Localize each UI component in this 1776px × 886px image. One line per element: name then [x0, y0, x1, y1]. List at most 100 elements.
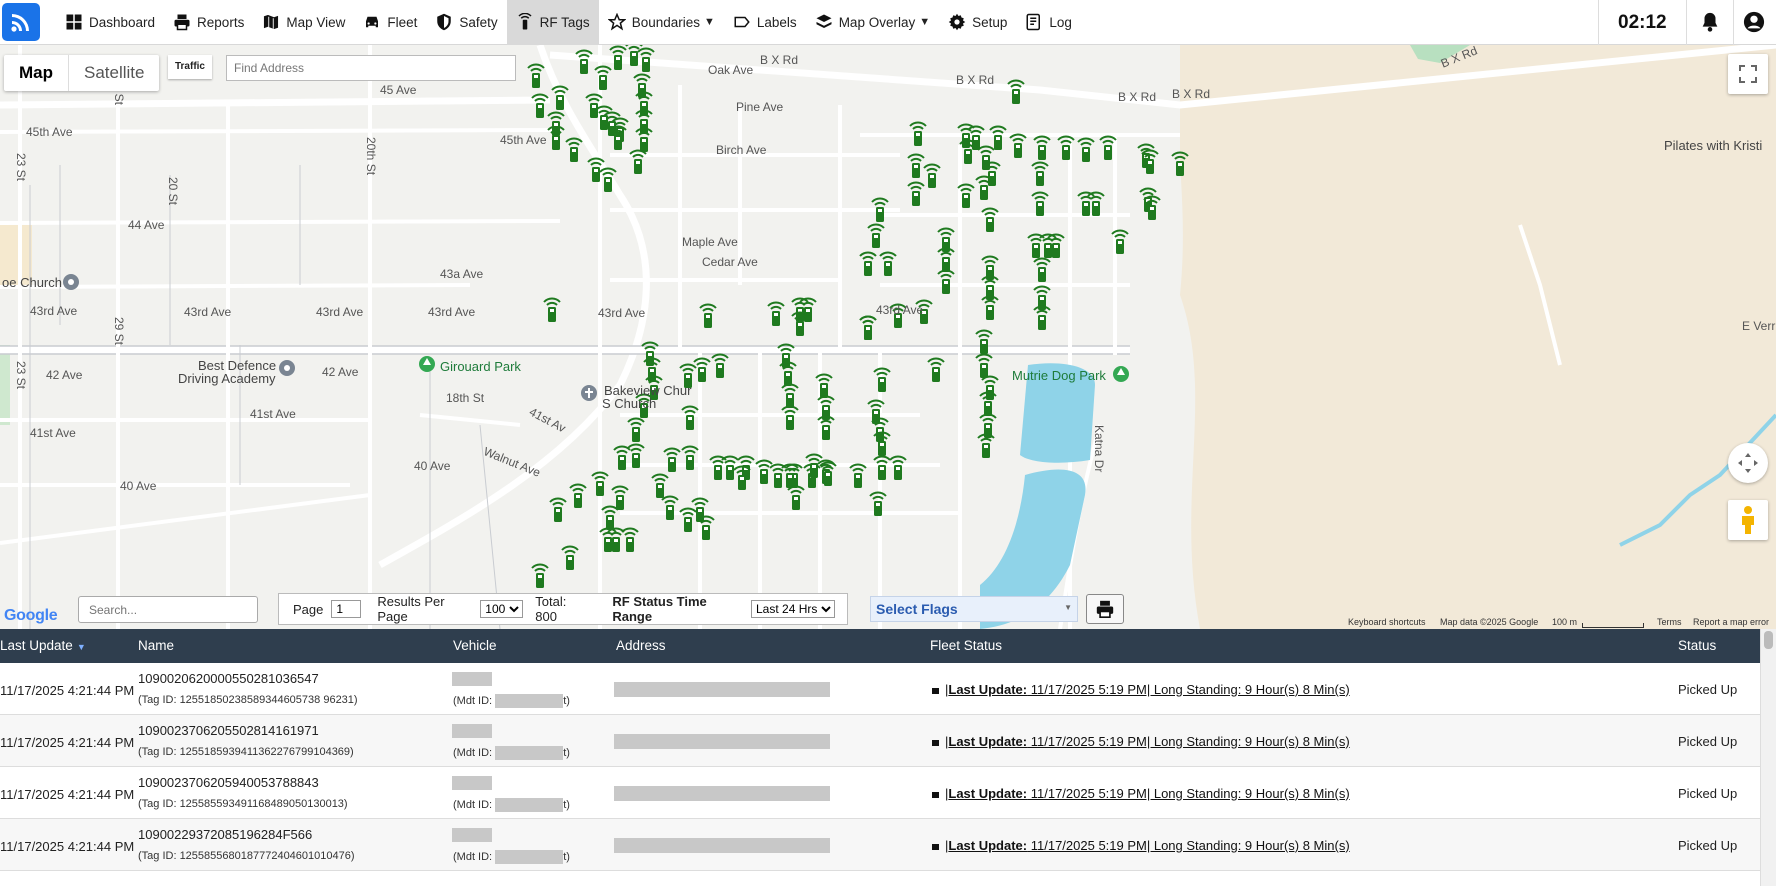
street-view-pegman-icon[interactable] [1728, 500, 1768, 540]
search-input[interactable] [78, 596, 258, 623]
park-pin-icon[interactable] [418, 355, 436, 373]
sort-down-icon[interactable]: ▼ [77, 642, 86, 652]
table-row-partial[interactable] [0, 871, 1760, 886]
rf-tag-marker-icon[interactable] [781, 383, 799, 408]
column-header-fleet-status[interactable]: Fleet Status [930, 629, 1002, 663]
rf-tag-marker-icon[interactable] [767, 301, 785, 326]
page-number-input[interactable] [331, 600, 362, 618]
rf-tag-marker-icon[interactable] [531, 93, 549, 118]
rss-logo-icon[interactable] [2, 3, 40, 41]
nav-reports[interactable]: Reports [164, 0, 253, 45]
bell-icon[interactable] [1699, 11, 1721, 33]
park-pin-icon[interactable] [1112, 365, 1130, 383]
table-row[interactable]: 11/17/2025 4:21:44 PM 109002370620594005… [0, 767, 1760, 819]
rf-tag-marker-icon[interactable] [957, 183, 975, 208]
rf-tag-marker-icon[interactable] [1111, 229, 1129, 254]
rf-tag-marker-icon[interactable] [699, 303, 717, 328]
rf-tag-marker-icon[interactable] [591, 471, 609, 496]
rf-tag-marker-icon[interactable] [859, 251, 877, 276]
map-type-satellite-button[interactable]: Satellite [69, 55, 159, 91]
select-flags-dropdown[interactable]: Select Flags ▼ [870, 596, 1078, 622]
column-header-address[interactable]: Address [616, 629, 666, 663]
nav-labels[interactable]: Labels [724, 0, 806, 45]
map-type-map-button[interactable]: Map [4, 55, 69, 91]
rf-tag-marker-icon[interactable] [1033, 305, 1051, 330]
rf-tag-marker-icon[interactable] [859, 315, 877, 340]
place-pin-icon[interactable] [62, 273, 80, 291]
rf-tag-marker-icon[interactable] [551, 85, 569, 110]
table-row[interactable]: 11/17/2025 4:21:44 PM 109002062000055028… [0, 663, 1760, 715]
rf-tag-marker-icon[interactable] [907, 181, 925, 206]
nav-setup[interactable]: Setup [939, 0, 1016, 45]
cell-fleet-status[interactable]: |Last Update: 11/17/2025 5:19 PM| Long S… [932, 682, 1350, 697]
rf-tag-marker-icon[interactable] [981, 207, 999, 232]
rf-tag-marker-icon[interactable] [1033, 257, 1051, 282]
print-button[interactable] [1086, 594, 1124, 624]
rf-tag-marker-icon[interactable] [575, 49, 593, 74]
rf-tag-marker-icon[interactable] [981, 295, 999, 320]
nav-map-overlay[interactable]: Map Overlay ▼ [806, 0, 939, 45]
rf-tag-marker-icon[interactable] [569, 483, 587, 508]
rf-tag-marker-icon[interactable] [1027, 233, 1045, 258]
rf-tag-marker-icon[interactable] [1099, 135, 1117, 160]
rf-tag-marker-icon[interactable] [907, 153, 925, 178]
nav-boundaries[interactable]: Boundaries ▼ [599, 0, 724, 45]
traffic-button[interactable]: Traffic [168, 55, 212, 79]
rf-tag-marker-icon[interactable] [679, 507, 697, 532]
fleet-status-link[interactable]: |Last Update: 11/17/2025 5:19 PM| Long S… [945, 734, 1350, 749]
rf-tag-marker-icon[interactable] [869, 491, 887, 516]
rf-tag-marker-icon[interactable] [1033, 135, 1051, 160]
rf-tag-marker-icon[interactable] [531, 563, 549, 588]
rf-tag-marker-icon[interactable] [867, 399, 885, 424]
map-view[interactable]: Oak Ave Pine Ave Birch Ave Maple Ave Ced… [0, 45, 1776, 629]
rf-tag-marker-icon[interactable] [585, 93, 603, 118]
rf-tag-marker-icon[interactable] [923, 163, 941, 188]
table-row[interactable]: 11/17/2025 4:21:44 PM 109002293720851962… [0, 819, 1760, 871]
column-header-vehicle[interactable]: Vehicle [453, 629, 497, 663]
report-map-error-link[interactable]: Report a map error [1693, 617, 1769, 627]
rf-tag-marker-icon[interactable] [975, 353, 993, 378]
rf-tag-marker-icon[interactable] [927, 357, 945, 382]
cell-fleet-status[interactable]: |Last Update: 11/17/2025 5:19 PM| Long S… [932, 786, 1350, 801]
terms-link[interactable]: Terms [1657, 617, 1682, 627]
column-header-status[interactable]: Status [1678, 629, 1716, 663]
rf-tag-marker-icon[interactable] [781, 405, 799, 430]
rf-tag-marker-icon[interactable] [1031, 191, 1049, 216]
rf-tag-marker-icon[interactable] [621, 527, 639, 552]
nav-rf-tags[interactable]: RF Tags [506, 0, 599, 45]
rf-tag-marker-icon[interactable] [1077, 191, 1095, 216]
rf-tag-marker-icon[interactable] [709, 455, 727, 480]
rf-tag-marker-icon[interactable] [561, 545, 579, 570]
place-pin-icon[interactable] [278, 359, 296, 377]
rf-tag-marker-icon[interactable] [889, 455, 907, 480]
rf-tag-marker-icon[interactable] [549, 497, 567, 522]
time-range-select[interactable]: Last 24 Hrs [751, 600, 835, 618]
rf-tag-marker-icon[interactable] [873, 367, 891, 392]
rf-tag-marker-icon[interactable] [627, 417, 645, 442]
nav-fleet[interactable]: Fleet [354, 0, 426, 45]
rf-tag-marker-icon[interactable] [543, 297, 561, 322]
rf-tag-marker-icon[interactable] [769, 463, 787, 488]
nav-dashboard[interactable]: Dashboard [56, 0, 164, 45]
rf-tag-marker-icon[interactable] [787, 485, 805, 510]
rf-tag-marker-icon[interactable] [989, 125, 1007, 150]
rf-tag-marker-icon[interactable] [661, 495, 679, 520]
rf-tag-marker-icon[interactable] [879, 251, 897, 276]
rf-tag-marker-icon[interactable] [1007, 79, 1025, 104]
rf-tag-marker-icon[interactable] [817, 415, 835, 440]
rf-tag-marker-icon[interactable] [711, 353, 729, 378]
fleet-status-link[interactable]: |Last Update: 11/17/2025 5:19 PM| Long S… [945, 786, 1350, 801]
rf-tag-marker-icon[interactable] [871, 197, 889, 222]
rf-tag-marker-icon[interactable] [909, 121, 927, 146]
rf-tag-marker-icon[interactable] [637, 47, 655, 72]
rf-tag-marker-icon[interactable] [594, 65, 612, 90]
table-scrollbar[interactable] [1760, 629, 1776, 886]
scrollbar-thumb[interactable] [1764, 631, 1773, 649]
column-header-name[interactable]: Name [138, 629, 174, 663]
rf-tag-marker-icon[interactable] [601, 505, 619, 530]
rf-tag-marker-icon[interactable] [635, 127, 653, 152]
rf-tag-marker-icon[interactable] [1057, 135, 1075, 160]
rf-tag-marker-icon[interactable] [565, 137, 583, 162]
rf-tag-marker-icon[interactable] [693, 357, 711, 382]
rf-tag-marker-icon[interactable] [1077, 137, 1095, 162]
